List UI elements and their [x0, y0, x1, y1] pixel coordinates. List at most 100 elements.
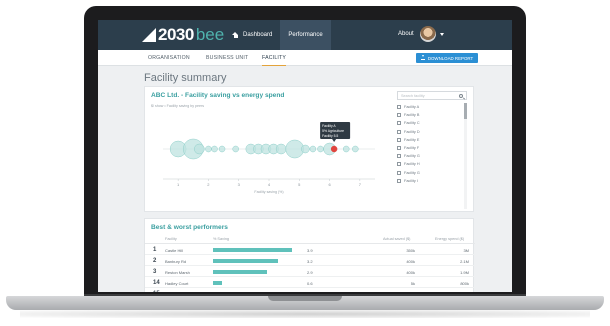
row-rank: 1	[153, 247, 157, 253]
download-report-button[interactable]: DOWNLOAD REPORT	[416, 53, 478, 63]
checkbox[interactable]	[397, 121, 401, 126]
table-row[interactable]: 2 Banbury Rd 3.2 400k 2.1M	[145, 256, 475, 266]
header-actual[interactable]: Actual saved ($)	[383, 237, 410, 241]
checkbox[interactable]	[397, 146, 401, 151]
bubble[interactable]	[275, 143, 287, 155]
table-row[interactable]: 15Stanley0.31.5k900k	[145, 289, 475, 292]
checkbox[interactable]	[397, 137, 401, 142]
bubble-chart[interactable]: 1 2 3 4 5 6 7 Facility saving (%) Facility A5% A…	[149, 111, 383, 211]
facility-checkbox-item[interactable]: Facility D	[397, 128, 461, 136]
checkbox[interactable]	[397, 178, 401, 183]
scrollbar-thumb[interactable]	[464, 103, 467, 119]
row-facility: Banbury Rd	[165, 259, 187, 264]
row-energy-spend: 800k	[460, 281, 469, 286]
saving-bar	[213, 259, 278, 263]
bubble[interactable]	[342, 145, 350, 153]
bubble[interactable]	[218, 145, 226, 153]
header-saving[interactable]: % Saving	[213, 237, 229, 241]
facility-checkbox-item[interactable]: Facility A	[397, 103, 461, 111]
logo-mark-icon	[142, 28, 156, 42]
checkbox[interactable]	[397, 162, 401, 167]
row-facility: Hadley Court	[165, 281, 189, 286]
nav-dashboard-label: Dashboard	[243, 32, 273, 38]
facility-checkbox-item[interactable]: Facility B	[397, 111, 461, 119]
facility-list-scrollbar[interactable]	[464, 103, 467, 209]
bubble[interactable]	[285, 139, 304, 159]
tooltip-text: 5% Agriculture	[322, 129, 344, 133]
x-tick-label: 4	[268, 182, 271, 187]
header-energy[interactable]: Energy spend ($)	[435, 237, 464, 241]
checkbox[interactable]	[397, 154, 401, 159]
bubble[interactable]	[317, 145, 324, 153]
facility-search-input[interactable]: Search facility	[397, 91, 467, 100]
chevron-down-icon[interactable]	[440, 33, 444, 36]
row-rank: 14	[153, 280, 160, 286]
table-row[interactable]: 14 Hadley Court 0.6 5k 800k	[145, 278, 475, 288]
bubble[interactable]	[309, 145, 317, 153]
avatar[interactable]	[420, 26, 436, 42]
highlighted-bubble[interactable]	[330, 145, 338, 153]
nav-performance-label: Performance	[288, 32, 323, 38]
table-row[interactable]: 1 Castle Hill 3.9 350k 3M	[145, 245, 475, 255]
row-energy-spend: 1.9M	[460, 270, 469, 275]
row-saving: 3.2	[307, 259, 313, 264]
row-actual-saved: 400k	[406, 259, 415, 264]
performers-card: Best & worst performers Facility % Savin…	[144, 218, 475, 292]
bubble[interactable]	[232, 145, 239, 153]
facility-checkbox-item[interactable]: Facility G	[397, 152, 461, 160]
checkbox[interactable]	[397, 170, 401, 175]
facility-checkbox-item[interactable]: Facility G	[397, 169, 461, 177]
top-navbar: 2030 bee Dashboard Performance About	[98, 20, 512, 50]
x-tick-label: 5	[298, 182, 301, 187]
nav-dashboard[interactable]: Dashboard	[224, 20, 280, 50]
bubble[interactable]	[301, 144, 310, 154]
saving-bar	[213, 248, 293, 252]
bubble[interactable]	[205, 145, 212, 153]
facility-checkbox-item[interactable]: Facility I	[397, 177, 461, 185]
row-rank: 2	[153, 258, 157, 264]
row-rank: 15	[153, 291, 160, 292]
facility-checklist: Facility A Facility B Facility C Facility D…	[397, 103, 461, 211]
download-icon	[420, 55, 425, 60]
table-header: Facility % Saving Actual saved ($) Energ…	[145, 236, 475, 244]
tab-organisation[interactable]: ORGANISATION	[148, 50, 190, 66]
row-facility: Reston Marsh	[165, 270, 190, 275]
facility-checkbox-label: Facility I	[404, 178, 418, 183]
bubble[interactable]	[194, 143, 205, 155]
chart-card-subtitle: $/ show • Facility saving by peers	[151, 104, 204, 108]
header-facility[interactable]: Facility	[165, 237, 177, 241]
bubble[interactable]	[352, 145, 359, 153]
tooltip-text: Facility 5.5	[322, 134, 338, 138]
search-placeholder: Search facility	[401, 94, 425, 98]
nav-about[interactable]: About	[398, 31, 414, 37]
facility-checkbox-label: Facility B	[404, 113, 420, 118]
brand-logo[interactable]: 2030 bee	[142, 25, 224, 45]
facility-checkbox-item[interactable]: Facility C	[397, 119, 461, 127]
checkbox[interactable]	[397, 113, 401, 118]
checkbox[interactable]	[397, 105, 401, 110]
bubble[interactable]	[211, 145, 218, 153]
x-tick-label: 7	[359, 182, 362, 187]
row-actual-saved: 350k	[406, 248, 415, 253]
nav-performance[interactable]: Performance	[280, 20, 331, 50]
table-row[interactable]: 3 Reston Marsh 2.9 400k 1.9M	[145, 267, 475, 277]
row-facility: Castle Hill	[165, 248, 184, 253]
logo-number: 2030	[158, 25, 194, 44]
performers-title: Best & worst performers	[151, 224, 228, 231]
x-axis-label: Facility saving (%)	[254, 190, 283, 194]
tooltip-text: Facility A	[322, 124, 336, 128]
logo-suffix: bee	[195, 25, 225, 44]
tab-business-unit[interactable]: BUSINESS UNIT	[206, 50, 248, 66]
facility-checkbox-item[interactable]: Facility E	[397, 136, 461, 144]
facility-checkbox-item[interactable]: Facility F	[397, 144, 461, 152]
row-energy-spend: 3M	[463, 248, 469, 253]
facility-checkbox-label: Facility H	[404, 162, 420, 167]
facility-chart-card: ABC Ltd. - Facility saving vs energy spe…	[144, 86, 474, 212]
facility-checkbox-item[interactable]: Facility H	[397, 160, 461, 168]
x-tick-label: 6	[328, 182, 331, 187]
search-icon[interactable]	[459, 93, 463, 98]
row-saving: 2.9	[307, 270, 313, 275]
checkbox[interactable]	[397, 129, 401, 134]
tab-facility[interactable]: FACILITY	[262, 50, 287, 66]
laptop-shadow	[20, 310, 590, 318]
